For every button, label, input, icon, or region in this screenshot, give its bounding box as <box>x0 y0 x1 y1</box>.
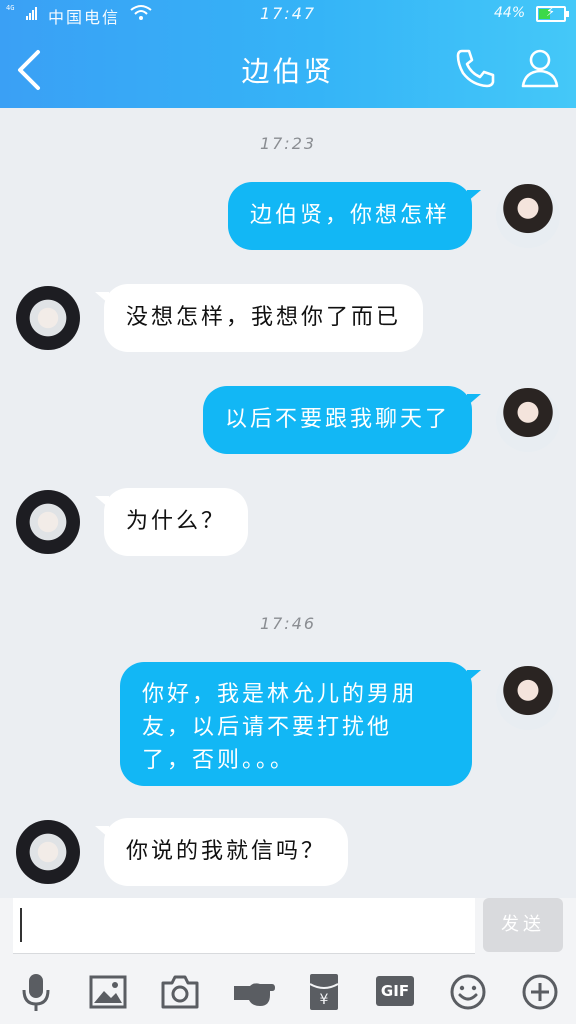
contact-avatar[interactable] <box>16 820 80 884</box>
status-time: 17:47 <box>259 4 317 23</box>
timestamp: 17:23 <box>259 134 317 153</box>
input-bar: 发送 <box>0 898 576 958</box>
send-button[interactable]: 发送 <box>483 898 563 952</box>
gif-label: GIF <box>376 976 414 1006</box>
camera-icon[interactable] <box>160 972 200 1012</box>
message-line: 了，否则。。。 <box>142 748 296 773</box>
contact-avatar[interactable] <box>16 490 80 554</box>
chat-header: 4G 中国电信 17:47 44% ⚡ 边伯贤 <box>0 0 576 108</box>
message-bubble-in[interactable]: 没想怎样，我想你了而已 <box>94 284 424 352</box>
status-bar: 4G 中国电信 17:47 44% ⚡ <box>0 0 576 30</box>
plus-icon[interactable] <box>520 972 560 1012</box>
text-caret <box>20 908 22 942</box>
battery-icon: ⚡ <box>536 5 569 22</box>
charging-icon: ⚡ <box>546 5 556 20</box>
message-bubble-in[interactable]: 为什么？ <box>94 488 249 556</box>
message-list[interactable]: 17:23 边伯贤，你想怎样 没想怎样，我想你了而已 以后不要跟我聊天了 为什么… <box>0 108 576 898</box>
message-text: 为什么？ <box>126 509 227 534</box>
message-bubble-out[interactable]: 边伯贤，你想怎样 <box>227 182 482 250</box>
my-avatar[interactable] <box>496 666 560 730</box>
profile-icon[interactable] <box>518 46 562 90</box>
emoji-icon[interactable] <box>448 972 488 1012</box>
image-icon[interactable] <box>88 972 128 1012</box>
my-avatar[interactable] <box>496 388 560 452</box>
message-text: 边伯贤，你想怎样 <box>249 203 450 228</box>
message-bubble-in[interactable]: 你说的我就信吗？ <box>94 818 349 886</box>
contact-avatar[interactable] <box>16 286 80 350</box>
input-toolbar: ¥ GIF <box>0 958 576 1024</box>
message-line: 你好，我是林允儿的男朋 <box>142 682 418 707</box>
battery-percent: 44% <box>494 5 526 21</box>
message-input[interactable] <box>13 898 475 954</box>
message-text: 没想怎样，我想你了而已 <box>126 305 402 330</box>
message-bubble-out[interactable]: 以后不要跟我聊天了 <box>202 386 482 454</box>
microphone-icon[interactable] <box>16 972 56 1012</box>
phone-icon[interactable] <box>454 46 498 90</box>
svg-text:¥: ¥ <box>320 992 329 1008</box>
poke-icon[interactable] <box>232 972 276 1012</box>
timestamp: 17:46 <box>259 614 317 633</box>
message-bubble-out[interactable]: 你好，我是林允儿的男朋 友，以后请不要打扰他 了，否则。。。 <box>120 662 481 786</box>
message-text: 以后不要跟我聊天了 <box>224 407 450 432</box>
my-avatar[interactable] <box>496 184 560 248</box>
gif-icon[interactable]: GIF <box>376 972 416 1012</box>
message-text: 你说的我就信吗？ <box>126 839 327 864</box>
message-line: 友，以后请不要打扰他 <box>142 715 393 740</box>
red-packet-icon[interactable]: ¥ <box>304 972 344 1012</box>
